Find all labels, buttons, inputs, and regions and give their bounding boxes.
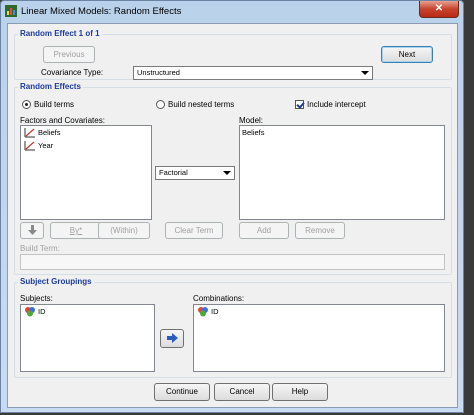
build-terms-radio[interactable] [22, 100, 31, 109]
nominal-icon [198, 307, 208, 317]
subjects-label: Subjects: [20, 294, 53, 303]
within-button-label: (Within) [110, 226, 138, 235]
clear-term-button[interactable]: Clear Term [165, 222, 223, 239]
factor-label: Beliefs [38, 128, 61, 137]
covariance-type-value: Unstructured [137, 68, 180, 77]
continue-button[interactable]: Continue [154, 383, 210, 401]
subjects-list[interactable]: ID [20, 304, 155, 372]
include-intercept-label: Include intercept [307, 100, 366, 109]
previous-button[interactable]: Previous [43, 46, 95, 63]
cancel-button-label: Cancel [229, 387, 255, 396]
include-intercept-checkbox[interactable] [295, 100, 304, 109]
close-icon: ✕ [434, 3, 444, 14]
title-bar[interactable]: Linear Mixed Models: Random Effects ✕ [1, 1, 463, 22]
list-item[interactable]: Beliefs [21, 126, 151, 139]
factor-label: Year [38, 141, 54, 150]
scale-icon [24, 141, 35, 151]
dialog-client-area: Random Effect 1 of 1 Previous Next Covar… [7, 23, 458, 408]
factors-covariates-list[interactable]: Beliefs Year [20, 125, 152, 220]
spss-app-icon [5, 5, 17, 17]
remove-button[interactable]: Remove [295, 222, 345, 239]
build-terms-label: Build terms [34, 100, 75, 109]
list-item[interactable]: Beliefs [240, 126, 444, 139]
window-title: Linear Mixed Models: Random Effects [21, 6, 182, 17]
build-nested-terms-radio[interactable] [156, 100, 165, 109]
by-button[interactable]: By* [50, 222, 102, 239]
random-effect-group-title: Random Effect 1 of 1 [18, 29, 102, 38]
combination-label: ID [211, 307, 219, 316]
term-type-value: Factorial [159, 168, 188, 177]
random-effects-group-title: Random Effects [18, 82, 83, 91]
build-term-field[interactable] [20, 254, 445, 270]
add-button-label: Add [256, 226, 272, 235]
next-button[interactable]: Next [381, 46, 433, 63]
remove-button-label: Remove [305, 226, 335, 235]
chevron-down-icon [361, 71, 369, 75]
continue-button-label: Continue [165, 387, 199, 396]
next-button-label: Next [398, 50, 416, 59]
clear-term-button-label: Clear Term [174, 226, 214, 235]
list-item[interactable]: ID [21, 305, 154, 318]
covariance-type-select[interactable]: Unstructured [133, 66, 373, 80]
dialog-window: Linear Mixed Models: Random Effects ✕ Ra… [0, 0, 464, 413]
combinations-list[interactable]: ID [193, 304, 445, 372]
combinations-label: Combinations: [193, 294, 245, 303]
nominal-icon [25, 307, 35, 317]
model-term-label: Beliefs [242, 128, 265, 137]
help-button-label: Help [291, 387, 309, 396]
model-list[interactable]: Beliefs [239, 125, 445, 220]
list-item[interactable]: ID [194, 305, 444, 318]
close-button[interactable]: ✕ [419, 1, 459, 18]
subject-label: ID [38, 307, 46, 316]
build-term-label: Build Term: [20, 244, 60, 253]
chevron-down-icon [223, 171, 231, 175]
covariance-type-label: Covariance Type: [41, 68, 104, 77]
cancel-button[interactable]: Cancel [214, 383, 270, 401]
arrow-down-icon [27, 225, 37, 235]
previous-button-label: Previous [53, 50, 85, 59]
move-right-button[interactable] [160, 329, 184, 348]
scale-icon [24, 128, 35, 138]
build-nested-terms-label: Build nested terms [168, 100, 235, 109]
within-button[interactable]: (Within) [98, 222, 150, 239]
subject-groupings-group-title: Subject Groupings [18, 277, 94, 286]
list-item[interactable]: Year [21, 139, 151, 152]
factors-covariates-label: Factors and Covariates: [20, 116, 105, 125]
help-button[interactable]: Help [272, 383, 328, 401]
move-down-button[interactable] [20, 222, 44, 239]
by-button-label: By* [69, 226, 83, 235]
add-button[interactable]: Add [239, 222, 289, 239]
term-type-select[interactable]: Factorial [155, 166, 235, 180]
arrow-right-icon [166, 333, 178, 343]
model-label: Model: [239, 116, 264, 125]
